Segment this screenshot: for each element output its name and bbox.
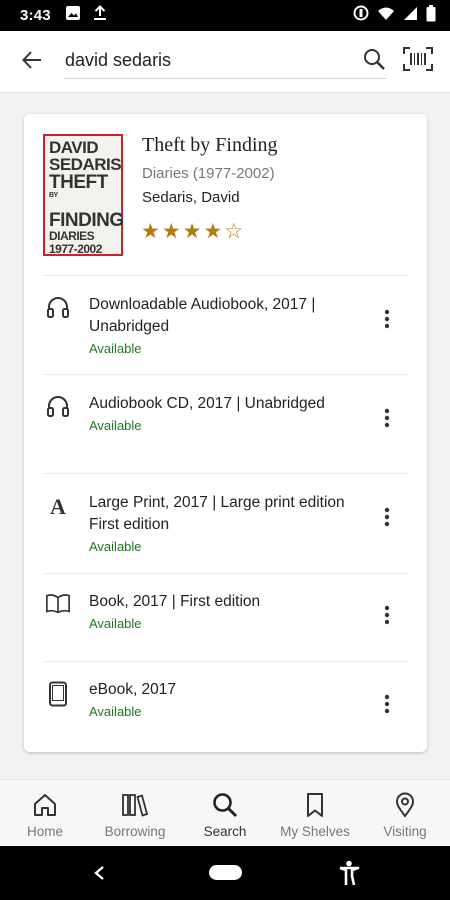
book-title[interactable]: Theft by Finding [142, 134, 278, 157]
headphones-icon [45, 294, 71, 320]
bottom-nav: Home Borrowing Search My Shelves Visitin… [0, 779, 450, 846]
status-time: 3:43 [20, 7, 51, 24]
image-icon [65, 5, 81, 26]
system-nav-bar [0, 846, 450, 900]
format-label: Downloadable Audiobook, 2017 | Unabridge… [89, 296, 316, 335]
signal-icon [403, 6, 418, 26]
book-author[interactable]: Sedaris, David [142, 189, 240, 206]
availability-status: Available [89, 341, 142, 356]
format-item[interactable]: Book, 2017 | First edition Available [43, 573, 408, 661]
cover-author-line2: SEDARIS [49, 155, 122, 174]
star-empty-icon: ☆ [224, 220, 244, 243]
format-label: Audiobook CD, 2017 | Unabridged [89, 395, 325, 412]
format-label: Large Print, 2017 | Large print edition … [89, 494, 345, 533]
nav-borrowing-label: Borrowing [104, 824, 166, 839]
tablet-icon [45, 681, 71, 707]
status-bar: 3:43 [0, 0, 450, 31]
more-options-button[interactable] [376, 405, 398, 435]
books-icon [121, 791, 149, 819]
more-options-button[interactable] [376, 602, 398, 632]
more-vert-icon [384, 694, 390, 719]
star-filled-icon: ★ [141, 220, 160, 243]
location-pin-icon [391, 791, 419, 819]
download-icon [93, 5, 107, 26]
nav-my-shelves-label: My Shelves [280, 824, 350, 839]
more-options-button[interactable] [376, 691, 398, 721]
search-button[interactable] [360, 47, 388, 75]
format-item[interactable]: Audiobook CD, 2017 | Unabridged Availabl… [43, 374, 408, 473]
more-vert-icon [384, 408, 390, 433]
nav-search-label: Search [203, 824, 247, 839]
barcode-scan-icon [403, 46, 433, 76]
cover-title-line1: THEFT BY [49, 172, 108, 199]
nav-visiting-label: Visiting [383, 824, 427, 839]
more-options-button[interactable] [376, 306, 398, 336]
barcode-scan-button[interactable] [402, 46, 434, 76]
format-item[interactable]: Downloadable Audiobook, 2017 | Unabridge… [43, 275, 408, 374]
more-vert-icon [384, 309, 390, 334]
availability-status: Available [89, 704, 142, 719]
format-item[interactable]: A Large Print, 2017 | Large print editio… [43, 473, 408, 573]
accessibility-icon[interactable] [336, 859, 362, 887]
arrow-left-icon [21, 49, 43, 76]
battery-icon [426, 4, 436, 27]
wifi-icon [377, 6, 395, 26]
star-filled-icon: ★ [182, 220, 202, 243]
more-options-button[interactable] [376, 504, 398, 534]
svg-text:A: A [50, 495, 66, 517]
search-query[interactable]: david sedaris [65, 50, 171, 71]
format-label: eBook, 2017 [89, 681, 177, 698]
nav-borrowing[interactable]: Borrowing [90, 780, 180, 846]
back-triangle-icon[interactable] [88, 860, 110, 886]
nav-visiting[interactable]: Visiting [360, 780, 450, 846]
nav-search[interactable]: Search [180, 780, 270, 846]
open-book-icon [45, 591, 71, 617]
home-icon [31, 791, 59, 819]
headphones-icon [45, 393, 71, 419]
search-header: david sedaris [0, 31, 450, 93]
large-print-icon: A [45, 493, 71, 519]
availability-status: Available [89, 539, 142, 554]
search-icon [363, 48, 385, 75]
bookmark-icon [301, 791, 329, 819]
cover-sub-line2: 1977-2002 [49, 241, 102, 256]
search-input[interactable]: david sedaris [64, 45, 386, 79]
cover-sub-line1: DIARIES [49, 229, 95, 243]
cover-author-line1: DAVID [49, 138, 99, 157]
more-vert-icon [384, 507, 390, 532]
nav-my-shelves[interactable]: My Shelves [270, 780, 360, 846]
search-icon [211, 791, 239, 819]
format-label: Book, 2017 | First edition [89, 593, 261, 610]
star-rating: ★ ★ ★ ★ ☆ [141, 220, 243, 244]
star-filled-icon: ★ [161, 220, 181, 243]
nav-home[interactable]: Home [0, 780, 90, 846]
back-button[interactable] [18, 48, 46, 76]
star-filled-icon: ★ [203, 220, 223, 243]
nav-home-label: Home [26, 824, 63, 839]
cover-title-line2: FINDING [49, 210, 124, 231]
availability-status: Available [89, 418, 142, 433]
availability-status: Available [89, 616, 142, 631]
format-item[interactable]: eBook, 2017 Available [43, 661, 408, 750]
more-vert-icon [384, 605, 390, 630]
book-subtitle: Diaries (1977-2002) [142, 165, 275, 182]
home-pill-icon[interactable] [209, 865, 242, 880]
do-not-disturb-icon [353, 5, 369, 26]
book-cover[interactable]: DAVID SEDARIS THEFT BY FINDING DIARIES 1… [43, 134, 124, 256]
format-list: Downloadable Audiobook, 2017 | Unabridge… [43, 275, 408, 750]
result-card[interactable]: DAVID SEDARIS THEFT BY FINDING DIARIES 1… [24, 114, 427, 752]
